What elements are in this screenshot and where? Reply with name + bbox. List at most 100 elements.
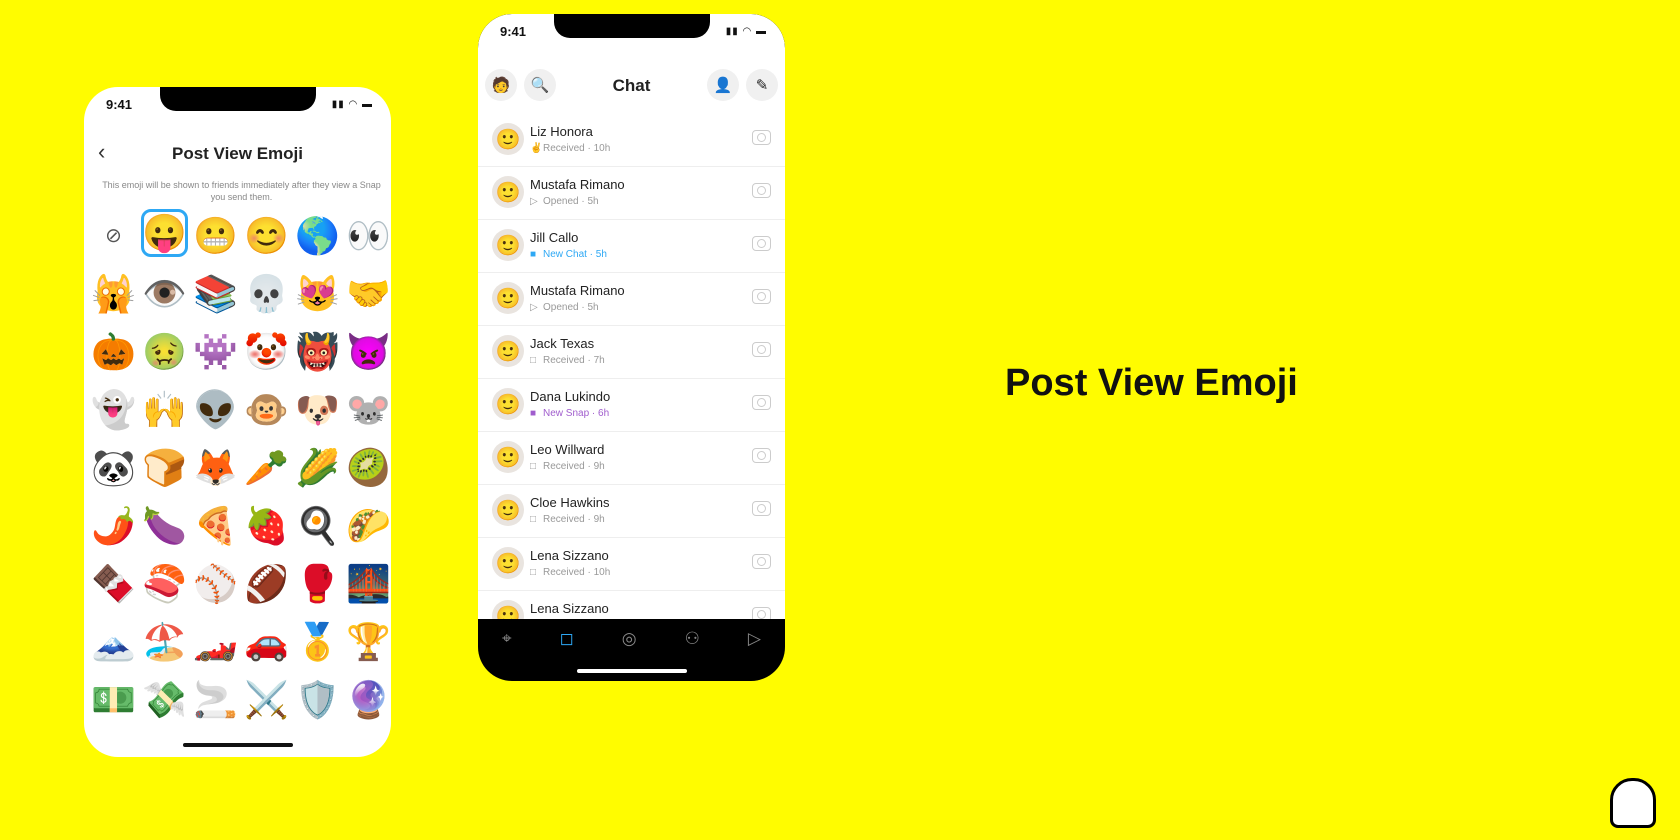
camera-icon[interactable] [752,607,771,619]
camera-icon[interactable] [752,501,771,516]
emoji-option[interactable]: 🍕 [190,497,241,555]
add-friend-icon[interactable]: 👤 [707,69,739,101]
chat-row[interactable]: 🙂 Leo Willward □ Received · 9h [478,432,785,485]
chat-list: 🙂 Liz Honora ✌Received · 10h 🙂 Mustafa R… [478,114,785,619]
emoji-option[interactable]: 🍣 [139,555,190,613]
camera-icon[interactable] [752,395,771,410]
emoji-option[interactable]: 🥕 [241,439,292,497]
emoji-option[interactable]: ⚔️ [241,671,292,729]
page-title: Post View Emoji [171,144,303,163]
emoji-option[interactable]: 🤝 [343,265,391,323]
emoji-option[interactable]: 📚 [190,265,241,323]
emoji-option[interactable]: 🤢 [139,323,190,381]
emoji-option[interactable]: 😬 [190,207,241,265]
chat-row[interactable]: 🙂 Mustafa Rimano ▷ Opened · 5h [478,167,785,220]
emoji-option[interactable]: 👽 [190,381,241,439]
emoji-option[interactable]: 🏈 [241,555,292,613]
emoji-option[interactable]: 🎃 [88,323,139,381]
emoji-option[interactable]: 😛 [141,209,188,257]
camera-icon[interactable] [752,289,771,304]
emoji-option[interactable]: 😊 [241,207,292,265]
camera-icon[interactable] [752,448,771,463]
camera-icon[interactable] [752,130,771,145]
no-emoji-option[interactable]: ⊘ [88,207,139,265]
friends-icon[interactable]: ⚇ [685,629,700,649]
camera-icon[interactable] [752,236,771,251]
avatar: 🙂 [492,335,524,367]
chat-row[interactable]: 🙂 Dana Lukindo ■ New Snap · 6h [478,379,785,432]
emoji-option[interactable]: 🌉 [343,555,391,613]
emoji-option[interactable]: 🏎️ [190,613,241,671]
chat-status: □ Received · 9h [530,461,605,472]
emoji-option[interactable]: 🦊 [190,439,241,497]
chat-row[interactable]: 🙂 Lena Sizzano [478,591,785,619]
stories-icon[interactable]: ▷ [748,629,761,649]
emoji-option[interactable]: 😻 [292,265,343,323]
map-icon[interactable]: ⌖ [502,629,512,649]
emoji-option[interactable]: 🐵 [241,381,292,439]
emoji-option[interactable]: 🍳 [292,497,343,555]
camera-icon[interactable] [752,554,771,569]
emoji-option[interactable]: 🛡️ [292,671,343,729]
chat-name: Lena Sizzano [530,601,609,616]
emoji-option[interactable]: 👹 [292,323,343,381]
emoji-option[interactable]: 💵 [88,671,139,729]
emoji-option[interactable]: 🌎 [292,207,343,265]
emoji-option[interactable]: 🐶 [292,381,343,439]
emoji-option[interactable]: 🏖️ [139,613,190,671]
emoji-option[interactable]: 🙀 [88,265,139,323]
emoji-option[interactable]: 👻 [88,381,139,439]
emoji-option[interactable]: 🔮 [343,671,391,729]
emoji-option[interactable]: 🐭 [343,381,391,439]
emoji-option[interactable]: 👁️ [139,265,190,323]
emoji-option[interactable]: 🌽 [292,439,343,497]
emoji-option[interactable]: 💸 [139,671,190,729]
emoji-option[interactable]: 🍓 [241,497,292,555]
emoji-option[interactable]: 👿 [343,323,391,381]
emoji-option[interactable]: 👾 [190,323,241,381]
status-icons: ▮▮ ◠ ▬ [725,26,767,37]
emoji-option[interactable]: 🗻 [88,613,139,671]
status-time: 10h [593,567,611,578]
emoji-option[interactable]: ⚾ [190,555,241,613]
new-chat-icon[interactable]: ✎ [746,69,778,101]
chat-row[interactable]: 🙂 Lena Sizzano □ Received · 10h [478,538,785,591]
chat-row[interactable]: 🙂 Jack Texas □ Received · 7h [478,326,785,379]
chat-row[interactable]: 🙂 Jill Callo ■ New Chat · 5h [478,220,785,273]
emoji-option[interactable]: 🚗 [241,613,292,671]
emoji-option[interactable]: 🐼 [88,439,139,497]
status-text: Received [543,355,585,366]
home-indicator [182,743,293,747]
chat-row[interactable]: 🙂 Liz Honora ✌Received · 10h [478,114,785,167]
emoji-grid: ⊘ 😛 😬 😊 🌎 👀 🙀 👁️ 📚 💀 😻 🤝 🎃 🤢 👾 🤡 👹 👿 👻 🙌 👽 🐵 🐶 🐭 🐼 🍞 🦊 🥕 🌽 🥝 🌶️ 🍆 🍕 🍓 🍳 🌮 🍫 🍣… [88,207,391,729]
emoji-option[interactable]: 🌮 [343,497,391,555]
camera-icon[interactable]: ◎ [622,629,637,649]
emoji-option[interactable]: 🚬 [190,671,241,729]
avatar: 🙂 [492,494,524,526]
notch [553,14,710,38]
emoji-option[interactable]: 🏆 [343,613,391,671]
chat-icon[interactable]: ◻ [560,629,574,649]
avatar: 🙂 [492,388,524,420]
chat-name: Lena Sizzano [530,548,609,563]
status-time: 6h [598,408,610,419]
camera-icon[interactable] [752,342,771,357]
camera-icon[interactable] [752,183,771,198]
emoji-option[interactable]: 🌶️ [88,497,139,555]
chat-row[interactable]: 🙂 Mustafa Rimano ▷ Opened · 5h [478,273,785,326]
emoji-option[interactable]: 👀 [343,207,391,265]
chat-name: Leo Willward [530,442,605,457]
emoji-option[interactable]: 🍆 [139,497,190,555]
emoji-option[interactable]: 🍫 [88,555,139,613]
status-icons: ▮▮ ◠ ▬ [331,99,373,110]
status-icon: □ [530,567,537,578]
emoji-option[interactable]: 🥇 [292,613,343,671]
chat-row[interactable]: 🙂 Cloe Hawkins □ Received · 9h [478,485,785,538]
status-text: Opened [543,302,579,313]
emoji-option[interactable]: 💀 [241,265,292,323]
emoji-option[interactable]: 🥊 [292,555,343,613]
emoji-option[interactable]: 🤡 [241,323,292,381]
emoji-option[interactable]: 🍞 [139,439,190,497]
emoji-option[interactable]: 🙌 [139,381,190,439]
emoji-option[interactable]: 🥝 [343,439,391,497]
